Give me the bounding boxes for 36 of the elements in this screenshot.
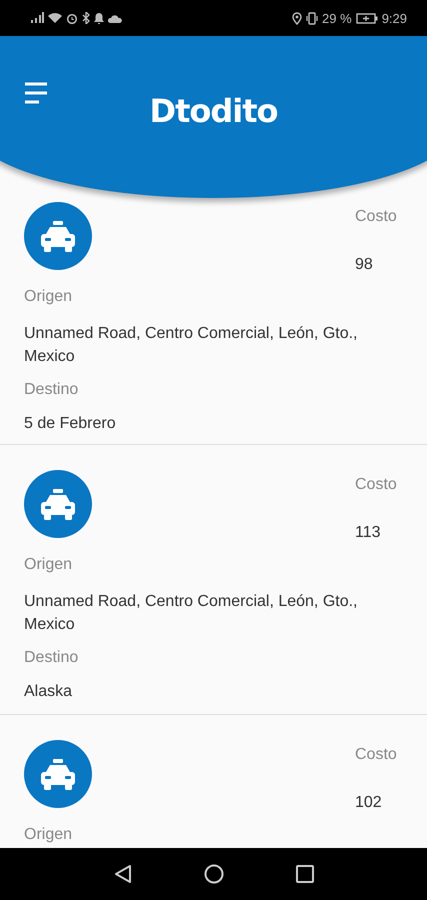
origin-address: Unnamed Road, Centro Comercial, León, Gto., Mexico (24, 324, 358, 367)
destination-address: Alaska (24, 682, 72, 702)
trip-card[interactable]: Costo 113 Origen Unnamed Road, Centro Comercial, León, Gto., Mexico Destino Alaska (0, 445, 427, 715)
destination-label: Destino (24, 648, 78, 668)
menu-icon[interactable] (24, 82, 48, 104)
cost-label: Costo (355, 475, 397, 495)
origin-label: Origen (24, 287, 72, 307)
taxi-icon (24, 470, 92, 538)
cost-label: Costo (355, 745, 397, 765)
home-icon[interactable] (204, 864, 224, 884)
recents-icon[interactable] (296, 865, 314, 883)
destination-label: Destino (24, 380, 78, 400)
taxi-icon (24, 202, 92, 270)
destination-address: 5 de Febrero (24, 414, 116, 434)
vibrate-icon (306, 12, 318, 24)
cost-label: Costo (355, 207, 397, 227)
cost-value: 113 (355, 523, 381, 543)
alarm-icon (66, 12, 78, 24)
trip-card[interactable]: Costo 98 Origen Unnamed Road, Centro Comercial, León, Gto., Mexico Destino 5 de Febrero (0, 194, 427, 445)
bluetooth-icon (82, 12, 90, 24)
app-logo: Dtodito (150, 92, 278, 132)
clock-time: 9:29 (382, 10, 407, 26)
cost-value: 98 (355, 255, 373, 275)
bell-icon (94, 12, 104, 24)
origin-label: Origen (24, 825, 72, 845)
signal-icon (30, 12, 44, 24)
battery-percent: 29 % (322, 10, 352, 26)
battery-icon (356, 12, 378, 24)
origin-label: Origen (24, 555, 72, 575)
wifi-icon (48, 12, 62, 24)
back-icon[interactable] (114, 864, 132, 884)
taxi-icon (24, 740, 92, 808)
location-icon (292, 12, 302, 24)
origin-address: Unnamed Road, Centro Comercial, León, Gto., Mexico (24, 592, 358, 635)
cloud-icon (108, 14, 122, 22)
cost-value: 102 (355, 793, 382, 813)
